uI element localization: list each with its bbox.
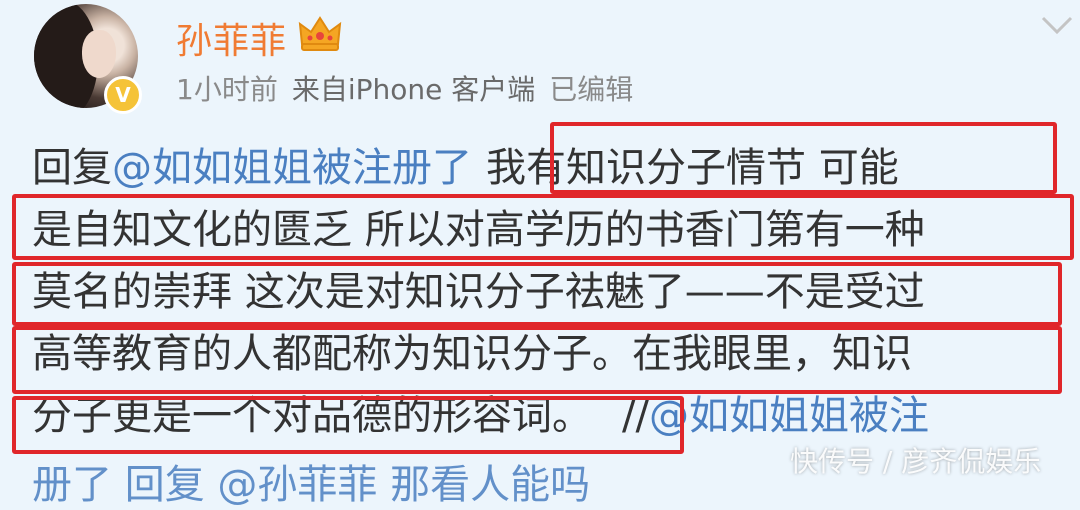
content-text: 我有知识分子情节 可能 [486, 145, 899, 191]
post-content: 回复@如如姐姐被注册了 我有知识分子情节 可能 是自知文化的匮乏 所以对高学历的书… [32, 137, 1072, 447]
content-line-2: 是自知文化的匮乏 所以对高学历的书香门第有一种 [32, 207, 925, 253]
post-header: V 孙菲菲 1小时前 来自iPhone 客户端 已编辑 [0, 0, 1080, 130]
post-meta: 1小时前 来自iPhone 客户端 已编辑 [176, 68, 647, 108]
content-line-3: 莫名的崇拜 这次是对知识分子祛魅了——不是受过 [32, 269, 925, 315]
edited-label[interactable]: 已编辑 [549, 73, 633, 106]
post-source[interactable]: 来自iPhone 客户端 [292, 73, 535, 106]
repost-mention-link[interactable]: @如如姐姐被注 [649, 393, 929, 439]
content-line-6-partial: 册了 回复 @孙菲菲 那看人能吗 [32, 462, 591, 508]
content-line-1: 回复@如如姐姐被注册了 我有知识分子情节 可能 [32, 137, 1072, 199]
reply-mention-link[interactable]: @如如姐姐被注册了 [112, 145, 472, 191]
verified-badge-icon: V [104, 76, 142, 114]
chevron-down-icon[interactable] [1040, 14, 1074, 36]
watermark: 快传号 / 彦齐侃娱乐 [790, 445, 1042, 478]
content-line-5: 分子更是一个对品德的形容词。 //@如如姐姐被注 [32, 385, 1072, 447]
content-line-4: 高等教育的人都配称为知识分子。在我眼里，知识 [32, 331, 912, 377]
reply-prefix: 回复 [32, 145, 112, 191]
repost-separator: // [622, 393, 649, 439]
username[interactable]: 孙菲菲 [176, 12, 287, 64]
crown-icon [298, 16, 342, 51]
avatar-face [82, 30, 116, 78]
post-time: 1小时前 [176, 73, 278, 106]
content-text: 分子更是一个对品德的形容词。 [32, 393, 592, 439]
